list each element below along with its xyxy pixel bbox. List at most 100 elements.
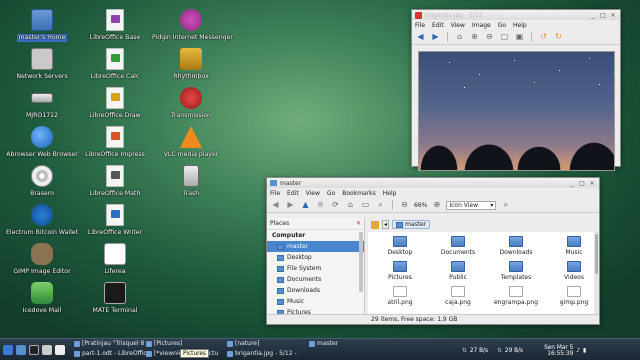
viewer-menu-help[interactable]: Help (513, 22, 527, 29)
fm-menu-help[interactable]: Help (383, 190, 397, 197)
minimize-icon[interactable]: _ (568, 180, 576, 187)
desktop-icon-liferea[interactable]: Liferea (76, 243, 154, 276)
file-item[interactable]: Desktop (376, 236, 424, 256)
file-item[interactable]: Documents (434, 236, 482, 256)
viewer-menu-go[interactable]: Go (498, 22, 506, 29)
viewer-menu-file[interactable]: File (415, 22, 425, 29)
zoom-normal-icon[interactable]: ▢ (499, 32, 510, 42)
file-manager-titlebar[interactable]: master _ □ × (267, 178, 599, 188)
image-viewer-titlebar[interactable]: brigantia.jpg - 5/12 _ □ × (412, 10, 620, 20)
taskbar-task[interactable]: [Pratinjau "Trisquel 8 ... (72, 339, 146, 348)
volume-icon[interactable]: ♪ (576, 348, 580, 354)
battery-icon[interactable]: ▮ (583, 348, 586, 354)
file-item[interactable]: Videos (550, 261, 598, 281)
sidebar-item-downloads[interactable]: Downloads (267, 285, 364, 296)
desktop-icon-libreoffice-impress[interactable]: LibreOffice Impress (76, 126, 154, 159)
desktop-icon-libreoffice-calc[interactable]: LibreOffice Calc (76, 48, 154, 81)
zoom-in-icon[interactable]: ⊕ (469, 32, 480, 42)
network-icon[interactable]: ⇅ (497, 348, 502, 354)
sidebar-item-desktop[interactable]: Desktop (267, 252, 364, 263)
desktop-icon-libreoffice-draw[interactable]: LibreOffice Draw (76, 87, 154, 120)
close-sidebar-icon[interactable]: ✕ (356, 220, 361, 227)
file-item[interactable]: engrampa.png (492, 286, 540, 306)
desktop-icon-master-s-home[interactable]: master's Home (3, 9, 81, 42)
zoom-in-icon[interactable]: ⊕ (431, 200, 442, 210)
breadcrumb[interactable]: master (392, 220, 431, 229)
terminal-icon[interactable] (29, 344, 39, 355)
zoom-out-icon[interactable]: ⊖ (484, 32, 495, 42)
desktop-icon-icedove-mail[interactable]: Icedove Mail (3, 282, 81, 315)
desktop-icon-electrum-bitcoin-wallet[interactable]: Electrum Bitcoin Wallet (3, 204, 81, 237)
up-icon[interactable]: ▲ (300, 200, 311, 210)
desktop-icon-rhythmbox[interactable]: Rhythmbox (152, 48, 230, 81)
forward-icon[interactable]: ▶ (285, 200, 296, 210)
reload-icon[interactable]: ⟳ (330, 200, 341, 210)
desktop-icon-gimp-image-editor[interactable]: GIMP Image Editor (3, 243, 81, 276)
maximize-icon[interactable]: □ (578, 180, 586, 187)
previous-icon[interactable]: ◀ (415, 32, 426, 42)
home-folder-icon[interactable] (16, 344, 26, 355)
find-icon[interactable]: ⌕ (500, 200, 511, 210)
file-manager-window[interactable]: master _ □ × File Edit View Go Bookmarks Help… (266, 177, 600, 325)
fm-menu-view[interactable]: View (306, 190, 320, 197)
desktop-icon-libreoffice-writer[interactable]: LibreOffice Writer (76, 204, 154, 237)
sidebar-item-music[interactable]: Music (267, 296, 364, 307)
viewer-menu-image[interactable]: Image (472, 22, 491, 29)
search-icon[interactable]: ⌕ (375, 200, 386, 210)
minimize-icon[interactable]: _ (589, 12, 597, 19)
computer-icon[interactable]: ▭ (360, 200, 371, 210)
taskbar-task[interactable]: [nature] (225, 339, 299, 348)
desktop-icon-abrowser-web-browser[interactable]: Abrowser Web Browser (3, 126, 81, 159)
home-icon[interactable]: ⌂ (345, 200, 356, 210)
view-mode-select[interactable]: Icon View ▾ (446, 200, 497, 210)
fm-menu-bookmarks[interactable]: Bookmarks (342, 190, 376, 197)
fm-menu-edit[interactable]: Edit (287, 190, 299, 197)
open-icon[interactable]: ⌂ (454, 32, 465, 42)
sidebar-item-file-system[interactable]: File System (267, 263, 364, 274)
desktop-icon-libreoffice-math[interactable]: LibreOffice Math (76, 165, 154, 198)
back-icon[interactable]: ◀ (270, 200, 281, 210)
edit-location-icon[interactable] (371, 220, 379, 229)
close-icon[interactable]: × (609, 12, 617, 19)
network-icon[interactable]: ⇅ (462, 348, 467, 354)
file-item[interactable]: Pictures (376, 261, 424, 281)
desktop-icon-pidgin-internet-messenger[interactable]: Pidgin Internet Messenger (152, 9, 233, 42)
desktop-icon-brasero[interactable]: Brasero (3, 165, 81, 198)
image-viewer-window[interactable]: brigantia.jpg - 5/12 _ □ × File Edit View I… (411, 9, 621, 171)
file-view-scrollbar[interactable] (594, 232, 599, 314)
viewer-menu-edit[interactable]: Edit (432, 22, 444, 29)
breadcrumb-back-icon[interactable]: ◂ (382, 220, 390, 229)
taskbar-task[interactable]: [Pictures] (144, 339, 218, 348)
desktop-icon-mjro1712[interactable]: MJRO1712 (3, 87, 81, 120)
sidebar-item-master[interactable]: master (267, 241, 364, 252)
sidebar-scrollbar[interactable] (359, 232, 363, 292)
file-item[interactable]: atril.png (376, 286, 424, 306)
desktop-icon-vlc-media-player[interactable]: VLC media player (152, 126, 230, 159)
close-icon[interactable]: × (588, 180, 596, 187)
fm-menu-file[interactable]: File (270, 190, 280, 197)
notes-icon[interactable] (55, 344, 65, 355)
fm-menu-go[interactable]: Go (327, 190, 335, 197)
desktop-icon-network-servers[interactable]: Network Servers (3, 48, 81, 81)
taskbar-task[interactable]: brigantia.jpg - 5/12 - 1... (225, 349, 299, 358)
next-icon[interactable]: ▶ (430, 32, 441, 42)
scroll-thumb[interactable] (595, 234, 598, 274)
desktop-icon-libreoffice-base[interactable]: LibreOffice Base (76, 9, 154, 42)
file-item[interactable]: gimp.png (550, 286, 598, 306)
taskbar-task[interactable]: master (307, 339, 381, 348)
desktop-icon-mate-terminal[interactable]: MATE Terminal (76, 282, 154, 315)
viewer-menu-view[interactable]: View (451, 22, 465, 29)
menu-icon[interactable] (3, 344, 13, 355)
file-item[interactable]: Music (550, 236, 598, 256)
maximize-icon[interactable]: □ (599, 12, 607, 19)
file-item[interactable]: Downloads (492, 236, 540, 256)
taskbar-task[interactable]: part-1.odt - LibreOffic... (72, 349, 146, 358)
clock[interactable]: Sen Mar 5 16:55:39 (544, 345, 573, 357)
file-item[interactable]: caja.png (434, 286, 482, 306)
sidebar-item-documents[interactable]: Documents (267, 274, 364, 285)
stop-icon[interactable]: ⊗ (315, 200, 326, 210)
desktop-icon-transmission[interactable]: Transmission (152, 87, 230, 120)
desktop-icon-trash[interactable]: Trash (152, 165, 230, 198)
zoom-fit-icon[interactable]: ▣ (514, 32, 525, 42)
rotate-left-icon[interactable]: ↺ (538, 32, 549, 42)
